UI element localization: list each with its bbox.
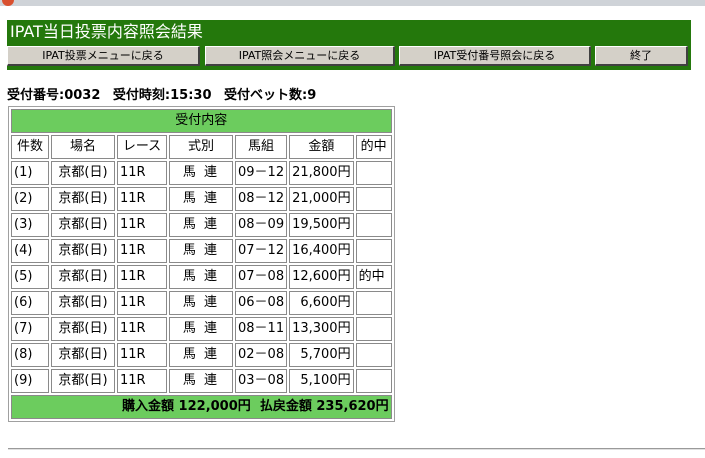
table-row: (8) 京都(日) 11R 馬 連 02－08 5,700円	[11, 343, 392, 367]
table-row: (2) 京都(日) 11R 馬 連 08－12 21,000円	[11, 187, 392, 211]
row-race: 11R	[117, 213, 167, 237]
row-bet-type: 馬 連	[169, 265, 233, 289]
table-row: (6) 京都(日) 11R 馬 連 06－08 6,600円	[11, 291, 392, 315]
row-venue: 京都(日)	[51, 369, 115, 393]
row-venue: 京都(日)	[51, 187, 115, 211]
header-hit: 的中	[355, 135, 392, 159]
row-venue: 京都(日)	[51, 161, 115, 185]
row-race: 11R	[117, 187, 167, 211]
back-to-vote-menu-button[interactable]: IPAT投票メニューに戻る	[7, 46, 200, 66]
row-amount: 21,800円	[289, 161, 354, 185]
back-to-receipt-inquiry-button[interactable]: IPAT受付番号照会に戻る	[399, 46, 591, 66]
payout-total: 払戻金額 235,620円	[259, 399, 389, 414]
row-bet-type: 馬 連	[169, 291, 233, 315]
row-combination: 09－12	[235, 161, 288, 185]
receipt-summary: 受付番号:0032 受付時刻:15:30 受付ベット数:9	[7, 88, 324, 104]
row-count: (9)	[11, 369, 49, 393]
row-hit	[355, 187, 392, 211]
row-race: 11R	[117, 161, 167, 185]
row-amount: 21,000円	[289, 187, 354, 211]
receipt-number: 受付番号:0032	[7, 88, 101, 103]
row-hit	[355, 317, 392, 341]
row-hit	[355, 213, 392, 237]
row-hit	[355, 161, 392, 185]
row-venue: 京都(日)	[51, 213, 115, 237]
row-bet-type: 馬 連	[169, 369, 233, 393]
row-count: (5)	[11, 265, 49, 289]
row-count: (6)	[11, 291, 49, 315]
receipt-time: 受付時刻:15:30	[112, 88, 212, 103]
bet-count: 受付ベット数:9	[224, 88, 317, 103]
row-race: 11R	[117, 239, 167, 263]
row-combination: 02－08	[235, 343, 288, 367]
row-race: 11R	[117, 265, 167, 289]
table-row: (7) 京都(日) 11R 馬 連 08－11 13,300円	[11, 317, 392, 341]
back-to-inquiry-menu-button[interactable]: IPAT照会メニューに戻る	[205, 46, 395, 66]
row-amount: 6,600円	[289, 291, 354, 315]
table-caption: 受付内容	[11, 109, 392, 133]
row-amount: 12,600円	[289, 265, 354, 289]
row-race: 11R	[117, 317, 167, 341]
header-count: 件数	[11, 135, 49, 159]
row-count: (2)	[11, 187, 49, 211]
purchase-total: 購入金額 122,000円	[122, 399, 251, 414]
row-race: 11R	[117, 291, 167, 315]
row-count: (1)	[11, 161, 49, 185]
row-venue: 京都(日)	[51, 343, 115, 367]
browser-icon	[2, 0, 14, 6]
divider	[8, 448, 705, 450]
header-bet-type: 式別	[169, 135, 233, 159]
row-combination: 08－12	[235, 187, 288, 211]
row-amount: 13,300円	[289, 317, 354, 341]
table-row: (1) 京都(日) 11R 馬 連 09－12 21,800円	[11, 161, 392, 185]
table-row: (5) 京都(日) 11R 馬 連 07－08 12,600円 的中	[11, 265, 392, 289]
row-combination: 08－11	[235, 317, 288, 341]
row-venue: 京都(日)	[51, 239, 115, 263]
row-amount: 19,500円	[289, 213, 354, 237]
row-hit: 的中	[355, 265, 392, 289]
table-row: (9) 京都(日) 11R 馬 連 03－08 5,100円	[11, 369, 392, 393]
header-venue: 場名	[51, 135, 115, 159]
header-race: レース	[117, 135, 167, 159]
row-race: 11R	[117, 369, 167, 393]
totals-row: 購入金額 122,000円 払戻金額 235,620円	[11, 395, 392, 419]
row-hit	[355, 291, 392, 315]
row-bet-type: 馬 連	[169, 239, 233, 263]
row-combination: 03－08	[235, 369, 288, 393]
row-venue: 京都(日)	[51, 291, 115, 315]
row-count: (8)	[11, 343, 49, 367]
table-row: (4) 京都(日) 11R 馬 連 07－12 16,400円	[11, 239, 392, 263]
page-title: IPAT当日投票内容照会結果	[7, 20, 691, 43]
row-bet-type: 馬 連	[169, 161, 233, 185]
row-count: (7)	[11, 317, 49, 341]
browser-chrome-strip	[0, 0, 705, 6]
receipt-table: 受付内容 件数 場名 レース 式別 馬組 金額 的中 (1) 京都(日) 11R 馬 …	[8, 106, 395, 422]
row-count: (4)	[11, 239, 49, 263]
header-combination: 馬組	[235, 135, 288, 159]
row-amount: 5,100円	[289, 369, 354, 393]
row-venue: 京都(日)	[51, 317, 115, 341]
exit-button[interactable]: 終了	[595, 46, 688, 66]
row-combination: 08－09	[235, 213, 288, 237]
row-bet-type: 馬 連	[169, 213, 233, 237]
nav-bar: IPAT投票メニューに戻る IPAT照会メニューに戻る IPAT受付番号照会に戻…	[7, 43, 691, 70]
row-count: (3)	[11, 213, 49, 237]
table-header-row: 件数 場名 レース 式別 馬組 金額 的中	[11, 135, 392, 159]
row-bet-type: 馬 連	[169, 187, 233, 211]
header-amount: 金額	[289, 135, 354, 159]
row-combination: 06－08	[235, 291, 288, 315]
row-combination: 07－12	[235, 239, 288, 263]
row-hit	[355, 369, 392, 393]
table-row: (3) 京都(日) 11R 馬 連 08－09 19,500円	[11, 213, 392, 237]
totals-cell: 購入金額 122,000円 払戻金額 235,620円	[11, 395, 392, 419]
row-combination: 07－08	[235, 265, 288, 289]
row-bet-type: 馬 連	[169, 317, 233, 341]
row-hit	[355, 343, 392, 367]
row-amount: 16,400円	[289, 239, 354, 263]
row-hit	[355, 239, 392, 263]
row-race: 11R	[117, 343, 167, 367]
row-venue: 京都(日)	[51, 265, 115, 289]
row-bet-type: 馬 連	[169, 343, 233, 367]
row-amount: 5,700円	[289, 343, 354, 367]
